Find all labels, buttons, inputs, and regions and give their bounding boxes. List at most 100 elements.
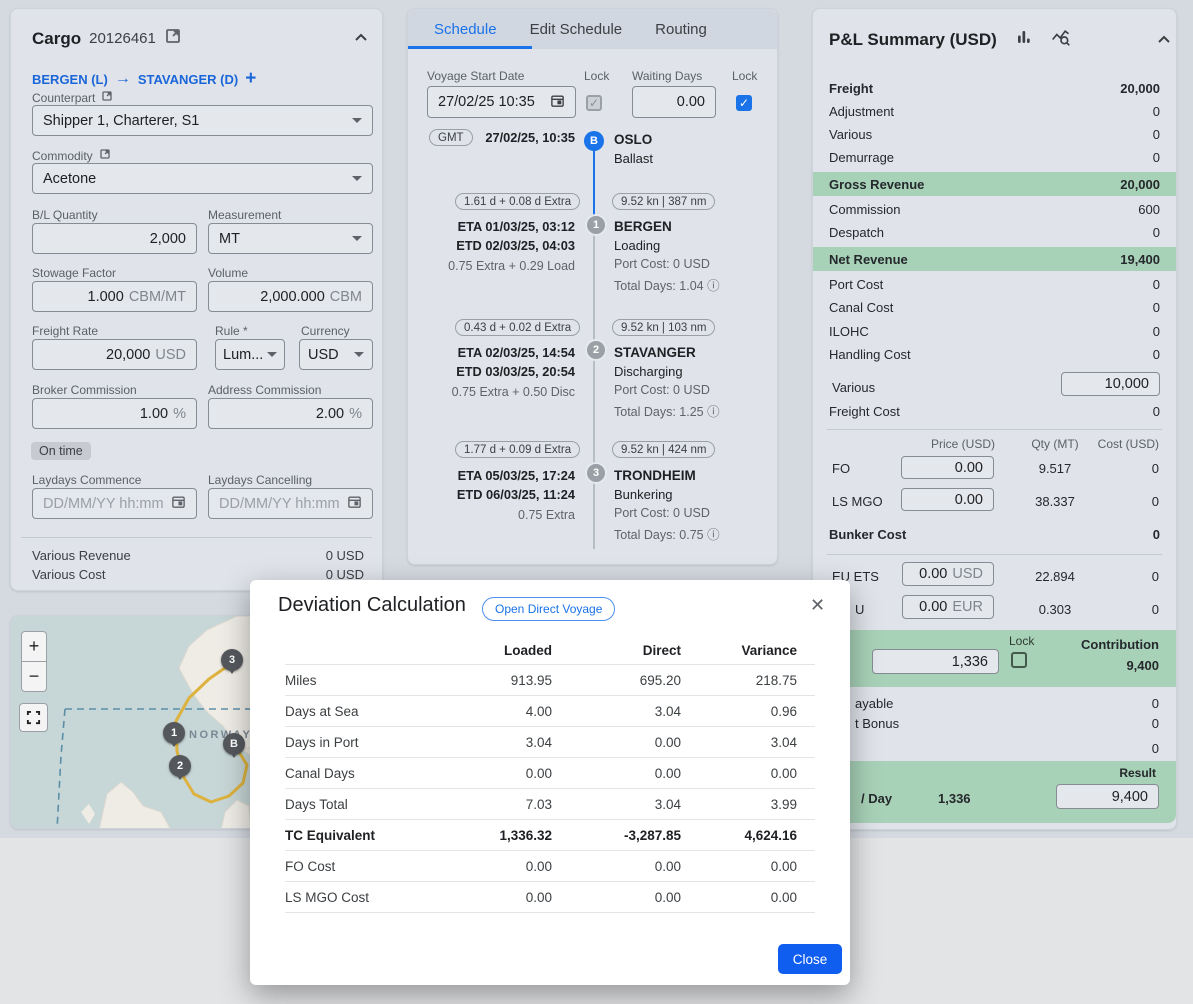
measurement-select[interactable]: MT [208, 223, 373, 254]
pnl-various-input[interactable]: 10,000 [1061, 372, 1160, 396]
map-fullscreen-button[interactable] [19, 703, 48, 732]
timeline-node-1[interactable]: 1 [585, 214, 607, 236]
eu-ets-cost: 0 [1075, 569, 1159, 584]
map-marker-1[interactable]: 1 [163, 722, 185, 744]
waiting-days-label: Waiting Days [632, 69, 702, 83]
tab-edit-schedule[interactable]: Edit Schedule [530, 21, 623, 38]
calendar-icon[interactable] [550, 93, 565, 112]
waiting-days-lock-checkbox[interactable]: ✓ [736, 95, 752, 111]
map-marker-3[interactable]: 3 [221, 649, 243, 671]
broker-commission-input[interactable]: 1.00% [32, 398, 197, 429]
bar-chart-icon[interactable] [1015, 28, 1033, 51]
address-commission-input[interactable]: 2.00% [208, 398, 373, 429]
collapse-pnl-chevron-icon[interactable] [1157, 33, 1171, 47]
address-commission-label: Address Commission [208, 383, 321, 397]
timeline-node-b[interactable]: B [584, 131, 604, 151]
leg-speed-chip: 9.52 kn | 103 nm [612, 319, 715, 336]
pnl-row-freight-cost: Freight Cost0 [829, 400, 1160, 422]
volume-input[interactable]: 2,000.000CBM [208, 281, 373, 312]
calendar-icon[interactable] [171, 494, 186, 513]
pnl-row-commission: Commission600 [829, 198, 1160, 220]
open-in-new-icon[interactable] [99, 148, 111, 163]
schedule-panel: Schedule Edit Schedule Routing Voyage St… [407, 8, 778, 565]
eua-price-input[interactable]: 0.00EUR [902, 595, 994, 619]
contribution-lock-checkbox[interactable]: ✓ [1011, 652, 1027, 668]
rule-select[interactable]: Lum... [215, 339, 285, 370]
map-marker-2[interactable]: 2 [169, 755, 191, 777]
tce-input[interactable]: 1,336 [872, 649, 999, 674]
eu-ets-price-input[interactable]: 0.00USD [902, 562, 994, 586]
result-input[interactable]: 9,400 [1056, 784, 1159, 809]
line-chart-search-icon[interactable] [1051, 27, 1071, 52]
port-name: TRONDHEIM [614, 468, 696, 483]
voyage-start-lock-checkbox[interactable]: ✓ [586, 95, 602, 111]
payable-label-fragment: ayable [855, 696, 893, 711]
freight-rate-label: Freight Rate [32, 324, 98, 338]
port-activity: Ballast [614, 151, 653, 166]
chevron-down-icon [267, 352, 277, 357]
lsmgo-price-input[interactable]: 0.00 [901, 488, 994, 511]
map-zoom-in-button[interactable]: + [21, 631, 47, 662]
etd: ETD 06/03/25, 11:24 [457, 487, 575, 502]
bl-quantity-input[interactable]: 2,000 [32, 223, 197, 254]
fo-price-input[interactable]: 0.00 [901, 456, 994, 479]
freight-rate-input[interactable]: 20,000USD [32, 339, 197, 370]
pnl-row-freight: Freight20,000 [829, 77, 1160, 99]
timeline-node-3[interactable]: 3 [585, 462, 607, 484]
voyage-start-label: Voyage Start Date [427, 69, 524, 83]
pnl-row-port-cost: Port Cost0 [829, 273, 1160, 295]
timeline-node-2[interactable]: 2 [585, 339, 607, 361]
close-icon[interactable]: ✕ [810, 595, 825, 616]
extra-days: 0.75 Extra + 0.29 Load [408, 259, 575, 273]
price-column-header: Price (USD) [911, 437, 995, 451]
currency-select[interactable]: USD [299, 339, 373, 370]
map-zoom-out-button[interactable]: − [21, 661, 47, 692]
info-icon[interactable]: ⓘ [707, 405, 720, 419]
map-marker-b[interactable]: B [223, 733, 245, 755]
active-tab-underline [408, 46, 532, 49]
counterpart-select[interactable]: Shipper 1, Charterer, S1 [32, 105, 373, 136]
cargo-id: 20126461 [89, 30, 156, 47]
leg-days-chip: 1.77 d + 0.09 d Extra [455, 441, 580, 458]
add-port-button[interactable]: + [245, 68, 256, 90]
route-from-link[interactable]: BERGEN (L) [32, 72, 108, 87]
chevron-down-icon [352, 236, 362, 241]
tab-routing[interactable]: Routing [655, 21, 707, 38]
leg-days-chip: 0.43 d + 0.02 d Extra [455, 319, 580, 336]
bonus-label-fragment: t Bonus [855, 716, 899, 731]
pnl-row-handling-cost: Handling Cost0 [829, 343, 1160, 365]
calendar-icon[interactable] [347, 494, 362, 513]
pnl-title: P&L Summary (USD) [829, 30, 997, 50]
per-day-label-fragment: / Day [861, 791, 892, 806]
tail-value: 0 [1075, 741, 1159, 756]
contribution-value: 9,400 [1013, 658, 1159, 673]
port-name: BERGEN [614, 219, 672, 234]
etd: ETD 02/03/25, 04:03 [456, 238, 575, 253]
collapse-cargo-chevron-icon[interactable] [354, 31, 368, 45]
info-icon[interactable]: ⓘ [707, 528, 720, 542]
info-icon[interactable]: ⓘ [707, 279, 720, 293]
route-to-link[interactable]: STAVANGER (D) [138, 72, 238, 87]
broker-commission-label: Broker Commission [32, 383, 137, 397]
voyage-start-input[interactable]: 27/02/25 10:35 [427, 86, 576, 118]
stowage-factor-input[interactable]: 1.000CBM/MT [32, 281, 197, 312]
laydays-commence-input[interactable]: DD/MM/YY hh:mm [32, 488, 197, 519]
waiting-days-input[interactable]: 0.00 [632, 86, 716, 118]
pnl-row-adjustment: Adjustment0 [829, 100, 1160, 122]
cargo-panel: Cargo 20126461 BERGEN (L) → STAVANGER (D… [10, 8, 383, 591]
table-row: Days in Port3.040.003.04 [285, 726, 815, 757]
laydays-cancelling-input[interactable]: DD/MM/YY hh:mm [208, 488, 373, 519]
tab-schedule[interactable]: Schedule [434, 21, 497, 38]
close-button[interactable]: Close [778, 944, 842, 974]
various-revenue-row: Various Revenue0 USD [32, 548, 364, 563]
table-row: Days Total7.033.043.99 [285, 788, 815, 819]
commodity-select[interactable]: Acetone [32, 163, 373, 194]
total-days: Total Days: 1.25 ⓘ [614, 401, 720, 420]
pnl-row-demurrage: Demurrage0 [829, 146, 1160, 168]
net-revenue-band: Net Revenue19,400 [813, 247, 1176, 271]
table-row-tc-equivalent: TC Equivalent1,336.32-3,287.854,624.16 [285, 819, 815, 850]
cost-column-header: Cost (USD) [1075, 437, 1159, 451]
open-in-new-icon[interactable] [164, 27, 182, 50]
open-in-new-icon[interactable] [101, 90, 113, 105]
open-direct-voyage-button[interactable]: Open Direct Voyage [482, 597, 615, 621]
